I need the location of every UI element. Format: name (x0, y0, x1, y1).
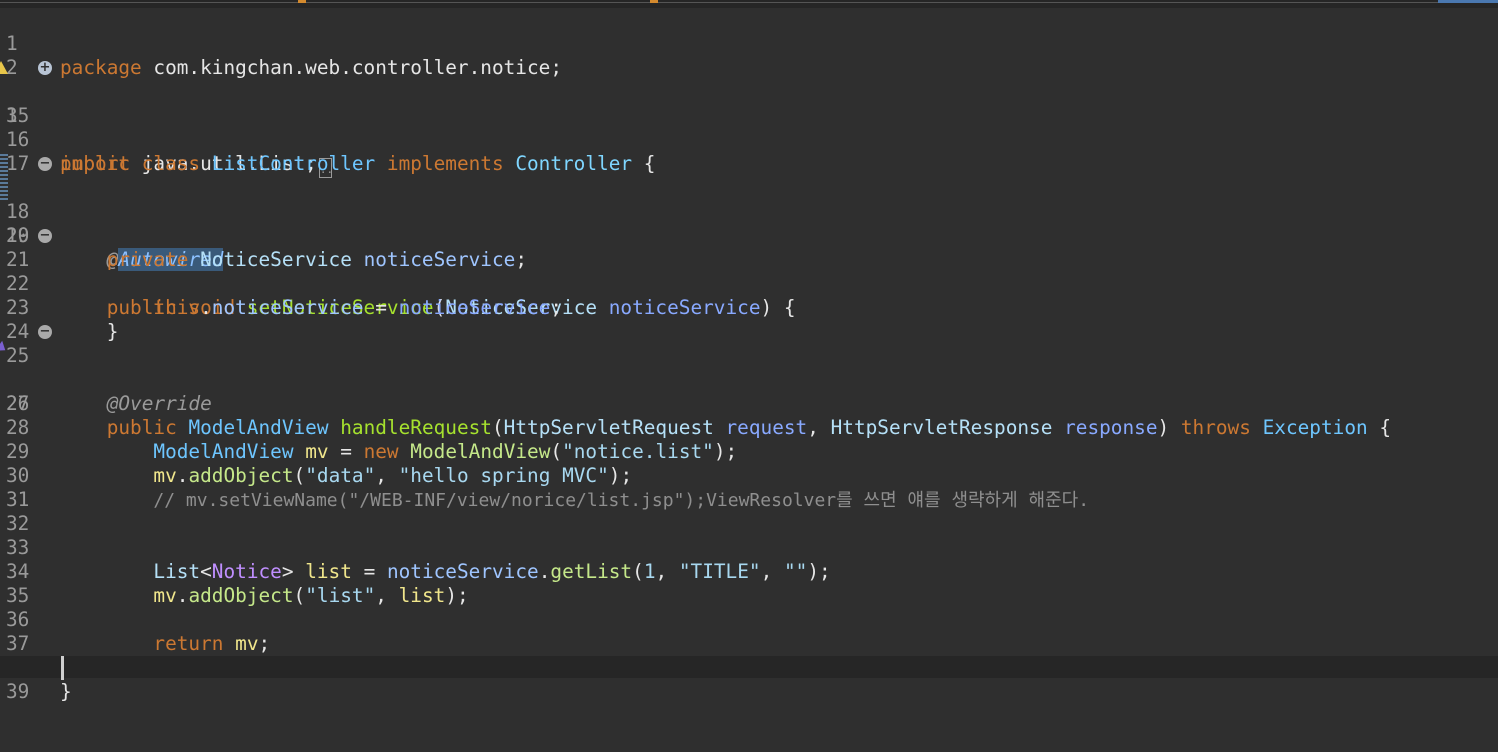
code-line: 16 public class ListController implement… (0, 104, 1498, 175)
code-line: 34 mv.addObject("list", list); (6, 560, 469, 607)
brace: } (60, 680, 72, 703)
editor-tab-strip (0, 0, 1498, 8)
code-line: 17 (0, 128, 1498, 175)
code-line: 31 (0, 464, 1498, 511)
code-line: 1 package com.kingchan.web.controller.no… (0, 8, 1498, 79)
code-line: 37 } (0, 608, 1498, 679)
active-tab-marker[interactable] (1438, 0, 1498, 3)
code-line: 29 mv.addObject("data", "hello spring MV… (6, 440, 633, 487)
tab-marker[interactable] (650, 0, 658, 3)
code-line: 23 } (0, 272, 1498, 343)
code-line: 18 − @Autowired (0, 152, 1498, 271)
minus-circle-icon[interactable]: − (38, 229, 52, 243)
code-line: 38 } (0, 632, 1498, 703)
code-line: 2 (0, 32, 1498, 79)
code-line: 21 − public void setNoticeService(Notice… (6, 228, 796, 320)
code-line: 26 public ModelAndView handleRequest(Htt… (0, 340, 1498, 439)
code-line: 36 return mv; (6, 608, 271, 655)
code-line: 3 + import java.util.List;.. (0, 56, 1498, 178)
plus-circle-icon[interactable]: + (38, 61, 52, 75)
tab-marker[interactable] (298, 0, 306, 3)
code-line: 30 // mv.setViewName("/WEB-INF/view/nori… (0, 440, 1498, 511)
code-line: 27 (0, 368, 1498, 415)
change-marker (0, 176, 8, 200)
code-line: 25 − @Override (0, 320, 1498, 416)
code-line: 22 this.noticeService = noticeService; (6, 272, 563, 319)
code-line: 32 (0, 488, 1498, 535)
text-cursor (61, 656, 64, 680)
minus-circle-icon[interactable]: − (38, 157, 52, 171)
code-line: 19 private NoticeService noticeService; (0, 176, 1498, 271)
code-editor[interactable]: 1 package com.kingchan.web.controller.no… (0, 8, 1498, 703)
code-line: 33 List<Notice> list = noticeService.get… (6, 536, 831, 583)
current-code-line[interactable]: 39 (0, 656, 1498, 703)
minus-circle-icon[interactable]: − (38, 325, 52, 339)
code-line: 20 (0, 200, 1498, 247)
change-marker (0, 152, 8, 176)
warning-triangle-icon[interactable] (0, 61, 8, 74)
code-line: 28 ModelAndView mv = new ModelAndView("n… (6, 416, 738, 463)
code-line: 15 (0, 80, 1498, 127)
tab-strip-divider (0, 2, 1498, 3)
code-line: 24 (0, 296, 1498, 343)
line-number: 39 (6, 680, 30, 703)
code-line: 35 (0, 560, 1498, 607)
